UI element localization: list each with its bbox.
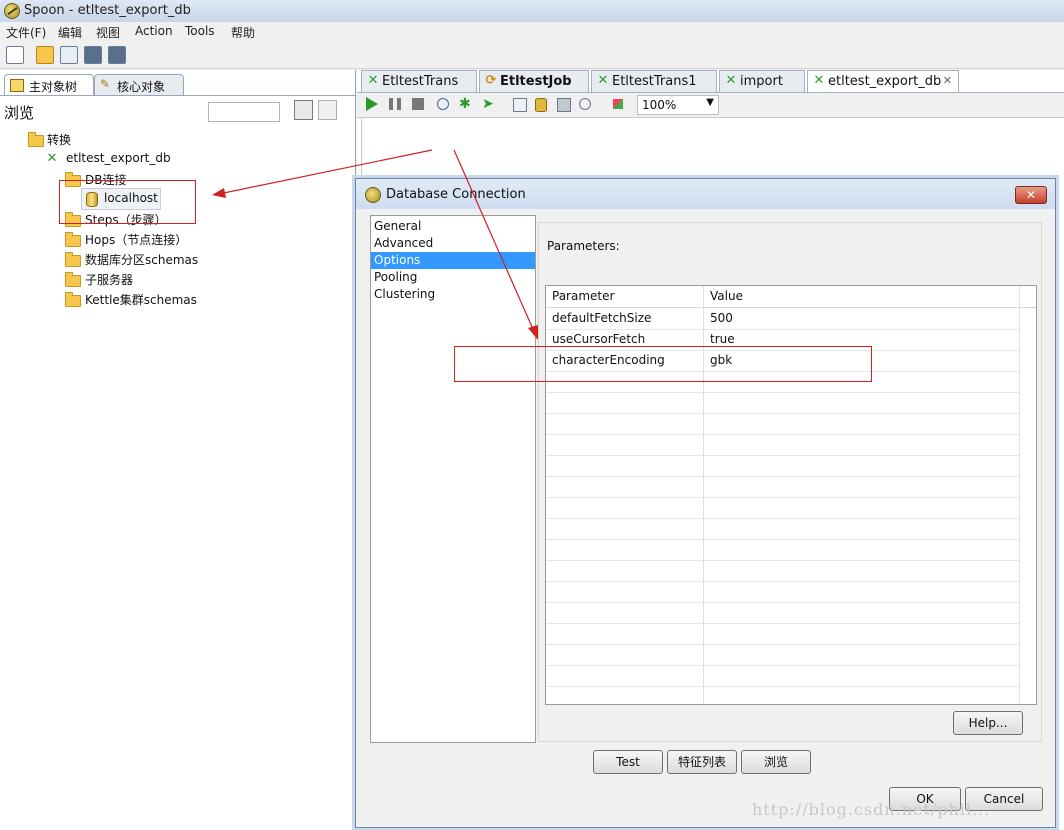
watermark-text: http://blog.csdn.net/phil... xyxy=(752,800,991,819)
annotation-arrows xyxy=(212,149,538,340)
